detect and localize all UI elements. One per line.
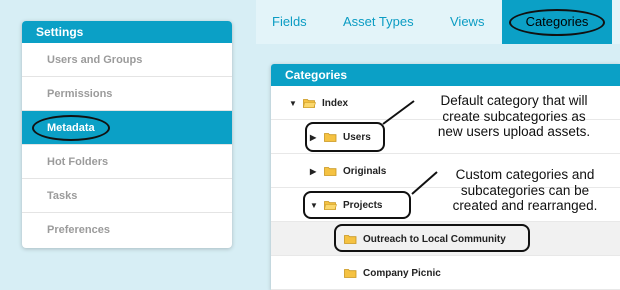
- tree-node-originals[interactable]: ▶ Originals: [310, 154, 386, 188]
- callout-line: create subcategories as: [442, 108, 586, 124]
- highlight-ring: [303, 191, 411, 219]
- callout-line: subcategories can be: [460, 182, 590, 198]
- tab-views[interactable]: Views: [450, 0, 484, 44]
- sidebar-item-permissions[interactable]: Permissions: [22, 77, 232, 111]
- tab-asset-types[interactable]: Asset Types: [343, 0, 414, 44]
- callout-default-category: Default category that will create subcat…: [414, 93, 614, 140]
- sidebar-item-label: Permissions: [47, 88, 113, 100]
- tab-categories[interactable]: Categories: [502, 0, 612, 44]
- callout-custom-categories: Custom categories and subcategories can …: [432, 167, 618, 214]
- tree-node-index[interactable]: ▼ Index: [289, 86, 348, 120]
- tree-node-picnic[interactable]: Company Picnic: [344, 256, 441, 290]
- tree-node-label: Company Picnic: [363, 267, 441, 279]
- folder-icon: [324, 167, 337, 176]
- sidebar-item-hot-folders[interactable]: Hot Folders: [22, 145, 232, 179]
- sidebar-title: Settings: [22, 21, 232, 43]
- sidebar-item-label: Hot Folders: [47, 156, 109, 168]
- tree-row-picnic: Company Picnic: [271, 256, 620, 290]
- highlight-ring: [509, 9, 605, 36]
- sidebar-item-label: Tasks: [47, 190, 78, 202]
- triangle-down-icon[interactable]: ▼: [289, 99, 303, 108]
- sidebar-item-label: Users and Groups: [47, 54, 143, 66]
- sidebar-item-preferences[interactable]: Preferences: [22, 213, 232, 247]
- sidebar-item-label: Preferences: [47, 224, 110, 236]
- callout-line: new users upload assets.: [437, 124, 591, 139]
- folder-open-icon: [303, 99, 316, 108]
- callout-line: Default category that will: [440, 93, 588, 108]
- triangle-right-icon[interactable]: ▶: [310, 167, 324, 176]
- sidebar-item-tasks[interactable]: Tasks: [22, 179, 232, 213]
- sidebar-item-users-and-groups[interactable]: Users and Groups: [22, 43, 232, 77]
- tree-node-label: Index: [322, 97, 349, 109]
- highlight-ring: [305, 122, 385, 152]
- highlight-ring: [334, 224, 530, 252]
- folder-icon: [344, 269, 357, 278]
- tab-fields[interactable]: Fields: [272, 0, 307, 44]
- sidebar-item-metadata[interactable]: Metadata: [22, 111, 232, 145]
- tab-bar: Fields Asset Types Views Categories: [256, 0, 620, 44]
- sidebar-item-label: Metadata: [47, 122, 95, 134]
- panel-title: Categories: [271, 64, 620, 86]
- callout-line: Custom categories and: [455, 167, 595, 182]
- settings-sidebar: Settings Users and Groups Permissions Me…: [22, 21, 232, 248]
- callout-line: created and rearranged.: [452, 198, 598, 213]
- tree-node-label: Originals: [343, 165, 387, 177]
